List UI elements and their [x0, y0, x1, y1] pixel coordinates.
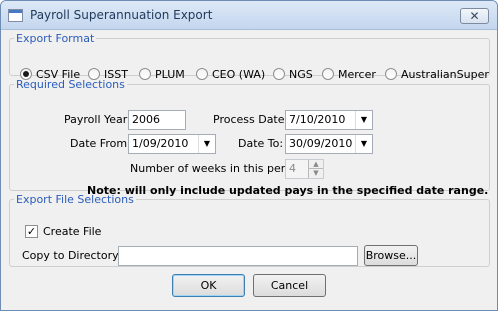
required-selections-legend: Required Selections: [16, 78, 125, 91]
process-date-label: Process Date:: [213, 113, 289, 126]
required-selections-group: Required Selections Payroll Year: 2006 P…: [9, 78, 490, 197]
date-from-value: 1/09/2010: [132, 137, 189, 150]
date-from-label: Date From:: [70, 137, 131, 150]
date-to-dropdown[interactable]: 30/09/2010 ▼: [285, 134, 373, 154]
browse-button[interactable]: Browse...: [364, 245, 418, 266]
process-date-value: 7/10/2010: [289, 113, 346, 126]
create-file-label: Create File: [43, 225, 102, 238]
chevron-down-icon[interactable]: ▼: [355, 111, 372, 129]
weeks-stepper[interactable]: 4 ▲ ▼: [285, 159, 324, 179]
chevron-down-icon[interactable]: ▼: [355, 135, 372, 153]
export-file-legend: Export File Selections: [16, 193, 134, 206]
date-to-label: Date To:: [238, 137, 284, 150]
copy-dir-label: Copy to Directory:: [22, 249, 122, 262]
export-file-group: Export File Selections ✓ Create File Cop…: [9, 193, 490, 267]
check-icon: ✓: [26, 225, 37, 238]
date-from-dropdown[interactable]: 1/09/2010 ▼: [128, 134, 216, 154]
close-icon: ✕: [469, 9, 480, 23]
cancel-button[interactable]: Cancel: [253, 274, 326, 297]
weeks-label: Number of weeks in this period:: [130, 162, 306, 175]
spin-down-icon[interactable]: ▼: [309, 169, 323, 178]
process-date-dropdown[interactable]: 7/10/2010 ▼: [285, 110, 373, 130]
copy-dir-input[interactable]: [118, 246, 358, 266]
close-button[interactable]: ✕: [460, 8, 489, 24]
weeks-value: 4: [289, 162, 296, 175]
app-icon: [8, 9, 23, 22]
create-file-checkbox[interactable]: ✓: [25, 225, 38, 238]
title-bar[interactable]: Payroll Superannuation Export ✕: [1, 1, 497, 30]
ok-button[interactable]: OK: [172, 274, 245, 297]
payroll-year-value: 2006: [132, 113, 160, 126]
spin-up-icon[interactable]: ▲: [309, 160, 323, 169]
chevron-down-icon[interactable]: ▼: [198, 135, 215, 153]
export-format-group: Export Format CSV File ISST PLUM CEO (WA…: [9, 32, 490, 81]
date-to-value: 30/09/2010: [289, 137, 353, 150]
dialog-window: Payroll Superannuation Export ✕ Export F…: [0, 0, 498, 311]
export-format-legend: Export Format: [16, 32, 95, 45]
window-title: Payroll Superannuation Export: [30, 8, 213, 22]
payroll-year-input[interactable]: 2006: [128, 110, 186, 130]
weeks-spin-buttons[interactable]: ▲ ▼: [308, 160, 323, 178]
payroll-year-label: Payroll Year:: [64, 113, 131, 126]
